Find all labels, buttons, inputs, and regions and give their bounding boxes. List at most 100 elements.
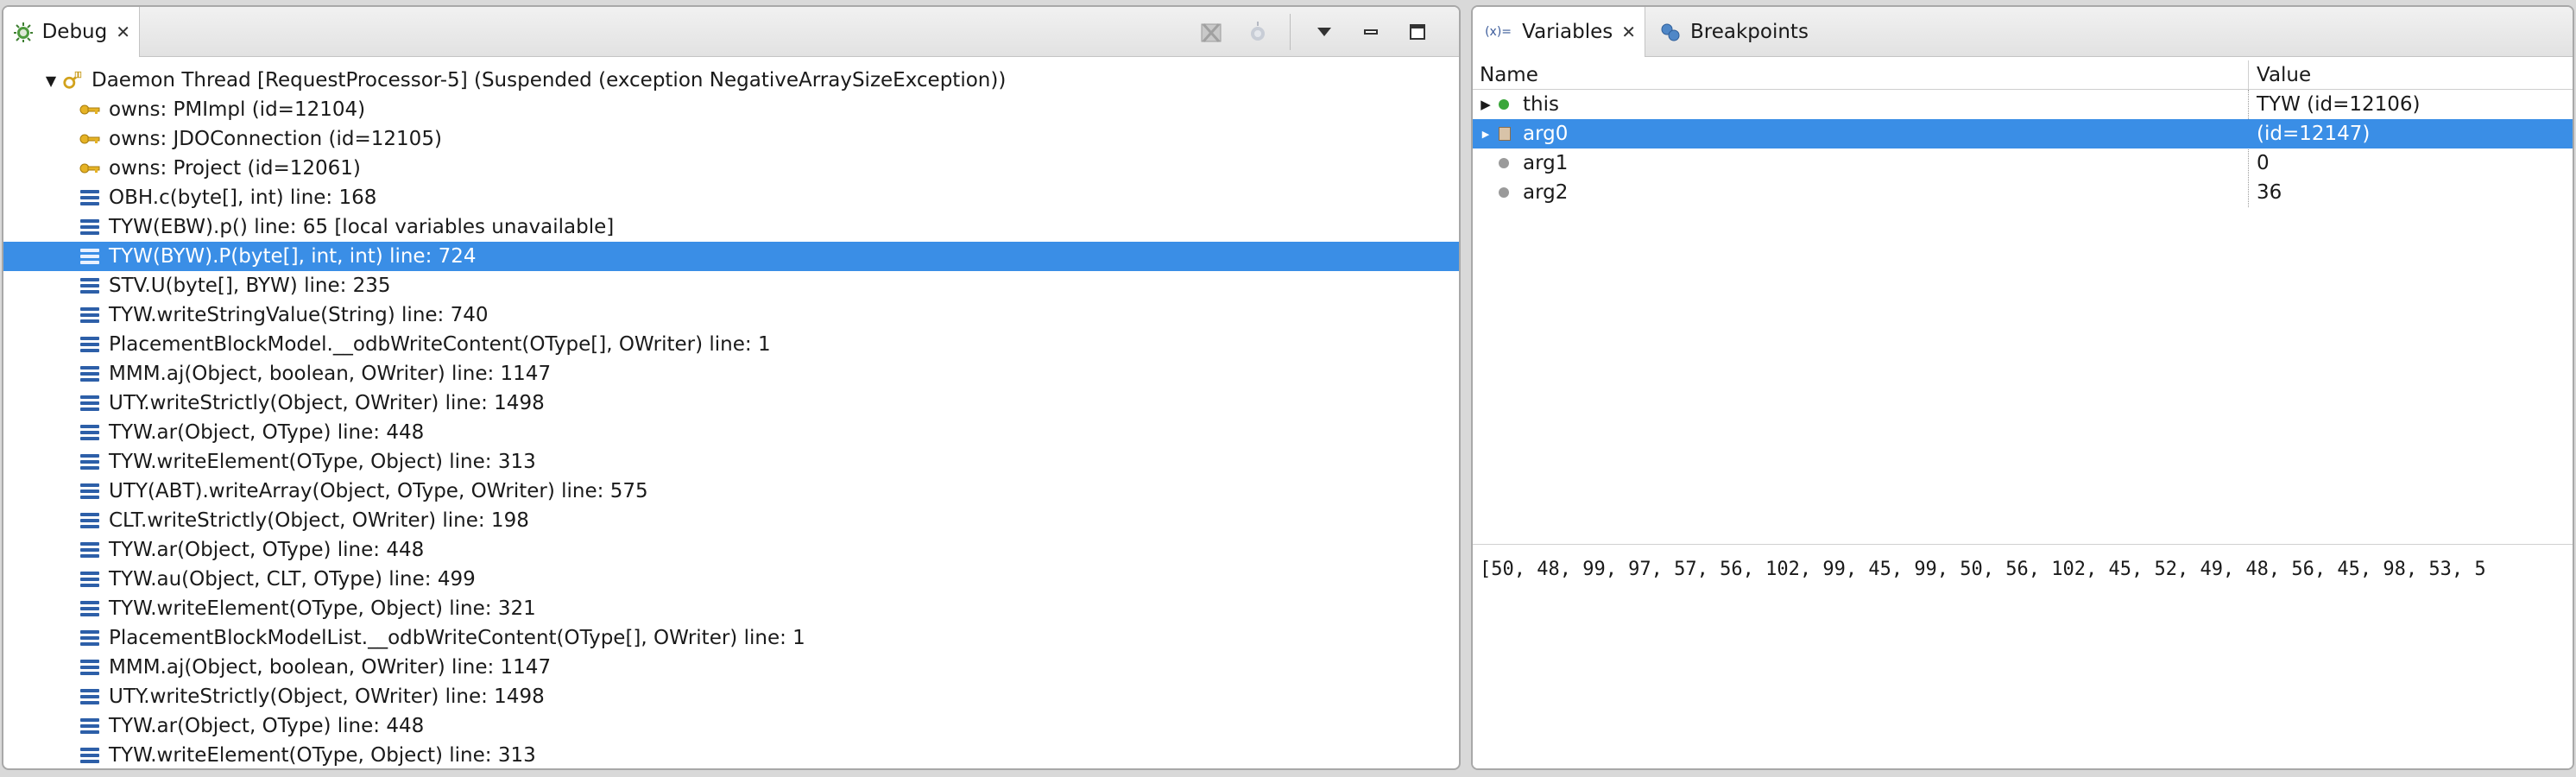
variables-tabbar: (x)= Variables ✕ Breakpoints [1473, 7, 2573, 57]
column-divider[interactable] [2248, 60, 2249, 90]
stack-frame-label: TYW.writeStringValue(String) line: 740 [109, 304, 489, 326]
stack-frame-row[interactable]: TYW.ar(Object, OType) line: 448 [3, 418, 1459, 447]
minimize-icon[interactable] [1353, 14, 1389, 50]
variable-row[interactable]: ▶ this TYW (id=12106) [1473, 90, 2573, 119]
thread-row[interactable]: ▼ Daemon Thread [RequestProcessor-5] (Su… [3, 66, 1459, 95]
debug-tabbar: Debug ✕ [3, 7, 1459, 57]
monitor-row[interactable]: owns: PMImpl (id=12104) [3, 95, 1459, 124]
variable-name: arg1 [1523, 152, 1569, 174]
stack-frame-label: STV.U(byte[], BYW) line: 235 [109, 275, 391, 297]
local-variable-icon [1499, 127, 1511, 141]
stack-frame-row[interactable]: TYW.writeElement(OType, Object) line: 31… [3, 741, 1459, 768]
key-icon [79, 158, 100, 179]
stack-frame-row[interactable]: TYW(EBW).p() line: 65 [local variables u… [3, 212, 1459, 242]
stack-frame-label: PlacementBlockModelList.__odbWriteConten… [109, 627, 805, 649]
stack-frame-icon [79, 716, 100, 736]
suspended-thread-icon [62, 70, 83, 91]
maximize-icon[interactable] [1399, 14, 1436, 50]
stack-frame-icon [79, 686, 100, 707]
stack-frame-label: MMM.aj(Object, boolean, OWriter) line: 1… [109, 656, 552, 679]
tab-debug-label: Debug [41, 21, 108, 43]
debug-view: Debug ✕ ▼ Daemon Thread [RequestProcesso… [2, 5, 1461, 770]
column-header-value[interactable]: Value [2250, 60, 2311, 90]
variable-value: 36 [2257, 181, 2282, 204]
monitor-row[interactable]: owns: JDOConnection (id=12105) [3, 124, 1459, 154]
monitor-label: owns: Project (id=12061) [109, 157, 361, 180]
close-icon[interactable]: ✕ [1621, 22, 1636, 42]
chevron-right-icon[interactable]: ▶ [1473, 129, 1499, 140]
stack-frame-row[interactable]: STV.U(byte[], BYW) line: 235 [3, 271, 1459, 300]
stack-frame-label: PlacementBlockModel.__odbWriteContent(OT… [109, 333, 771, 356]
stack-frame-row[interactable]: UTY(ABT).writeArray(Object, OType, OWrit… [3, 477, 1459, 506]
debug-tree[interactable]: ▼ Daemon Thread [RequestProcessor-5] (Su… [3, 60, 1459, 768]
variables-table[interactable]: Name Value ▶ this TYW (id=12106) ▶ arg0 … [1473, 60, 2573, 544]
variable-name: this [1523, 93, 1559, 116]
variable-row[interactable]: arg1 0 [1473, 148, 2573, 178]
stack-frame-icon [79, 540, 100, 560]
stack-frame-label: TYW.writeElement(OType, Object) line: 32… [109, 597, 536, 620]
toolbar-separator [1290, 14, 1291, 50]
variables-header: Name Value [1473, 60, 2573, 90]
stack-frame-row[interactable]: PlacementBlockModelList.__odbWriteConten… [3, 623, 1459, 653]
monitor-label: owns: JDOConnection (id=12105) [109, 128, 442, 150]
stack-frame-row[interactable]: TYW.ar(Object, OType) line: 448 [3, 711, 1459, 741]
thread-label: Daemon Thread [RequestProcessor-5] (Susp… [92, 69, 1007, 92]
stack-frame-label: TYW.ar(Object, OType) line: 448 [109, 539, 425, 561]
tab-debug[interactable]: Debug ✕ [3, 7, 140, 57]
chevron-down-icon[interactable]: ▼ [43, 73, 59, 89]
tab-variables-label: Variables [1522, 21, 1613, 43]
stack-frame-row[interactable]: OBH.c(byte[], int) line: 168 [3, 183, 1459, 212]
stack-frame-label: MMM.aj(Object, boolean, OWriter) line: 1… [109, 363, 552, 385]
stack-frame-icon [79, 628, 100, 648]
stack-frame-row[interactable]: TYW.writeElement(OType, Object) line: 31… [3, 447, 1459, 477]
stack-frame-icon [79, 422, 100, 443]
column-header-name[interactable]: Name [1473, 60, 1538, 90]
variable-row[interactable]: arg2 36 [1473, 178, 2573, 207]
stack-frame-icon [79, 393, 100, 414]
stack-frame-icon [79, 569, 100, 590]
stack-frame-icon [79, 657, 100, 678]
stack-frame-row[interactable]: CLT.writeStrictly(Object, OWriter) line:… [3, 506, 1459, 535]
stack-frame-row[interactable]: TYW.writeElement(OType, Object) line: 32… [3, 594, 1459, 623]
variable-detail-pane[interactable]: [50, 48, 99, 97, 57, 56, 102, 99, 45, 99… [1473, 544, 2573, 768]
tab-breakpoints[interactable]: Breakpoints [1649, 7, 1822, 57]
tab-breakpoints-label: Breakpoints [1690, 21, 1809, 43]
variable-row-selected[interactable]: ▶ arg0 (id=12147) [1473, 119, 2573, 148]
stack-frame-icon [79, 745, 100, 766]
close-icon[interactable]: ✕ [116, 22, 130, 42]
stack-frame-row[interactable]: MMM.aj(Object, boolean, OWriter) line: 1… [3, 653, 1459, 682]
stack-frame-row[interactable]: TYW.au(Object, CLT, OType) line: 499 [3, 565, 1459, 594]
stack-frame-icon [79, 305, 100, 325]
stack-frame-icon [79, 452, 100, 472]
monitor-row[interactable]: owns: Project (id=12061) [3, 154, 1459, 183]
public-field-icon [1499, 99, 1509, 110]
stack-frame-label: UTY(ABT).writeArray(Object, OType, OWrit… [109, 480, 648, 502]
stack-frame-row[interactable]: TYW.writeStringValue(String) line: 740 [3, 300, 1459, 330]
variable-detail-text: [50, 48, 99, 97, 57, 56, 102, 99, 45, 99… [1480, 559, 2486, 580]
stack-frame-row[interactable]: UTY.writeStrictly(Object, OWriter) line:… [3, 682, 1459, 711]
stack-frame-icon [79, 246, 100, 267]
breakpoints-icon [1657, 19, 1683, 45]
stack-frame-row[interactable]: TYW.ar(Object, OType) line: 448 [3, 535, 1459, 565]
monitor-label: owns: PMImpl (id=12104) [109, 98, 366, 121]
stack-frame-icon [79, 217, 100, 237]
stack-frame-row[interactable]: PlacementBlockModel.__odbWriteContent(OT… [3, 330, 1459, 359]
bug-icon [12, 19, 35, 45]
debug-target-icon[interactable] [1240, 14, 1276, 50]
stack-frame-row[interactable]: UTY.writeStrictly(Object, OWriter) line:… [3, 388, 1459, 418]
key-icon [79, 99, 100, 120]
stack-frame-icon [79, 363, 100, 384]
tab-variables[interactable]: (x)= Variables ✕ [1473, 7, 1645, 57]
chevron-right-icon[interactable]: ▶ [1473, 97, 1499, 112]
remove-all-terminated-icon[interactable] [1193, 14, 1229, 50]
stack-frame-icon [79, 187, 100, 208]
key-icon [79, 129, 100, 149]
local-variable-icon [1499, 187, 1509, 198]
stack-frame-row[interactable]: MMM.aj(Object, boolean, OWriter) line: 1… [3, 359, 1459, 388]
view-menu-icon[interactable] [1306, 14, 1342, 50]
stack-frame-row-selected[interactable]: TYW(BYW).P(byte[], int, int) line: 724 [3, 242, 1459, 271]
variable-value: TYW (id=12106) [2257, 93, 2421, 116]
stack-frame-label: TYW(BYW).P(byte[], int, int) line: 724 [109, 245, 477, 268]
stack-frame-label: TYW.ar(Object, OType) line: 448 [109, 421, 425, 444]
stack-frame-icon [79, 275, 100, 296]
